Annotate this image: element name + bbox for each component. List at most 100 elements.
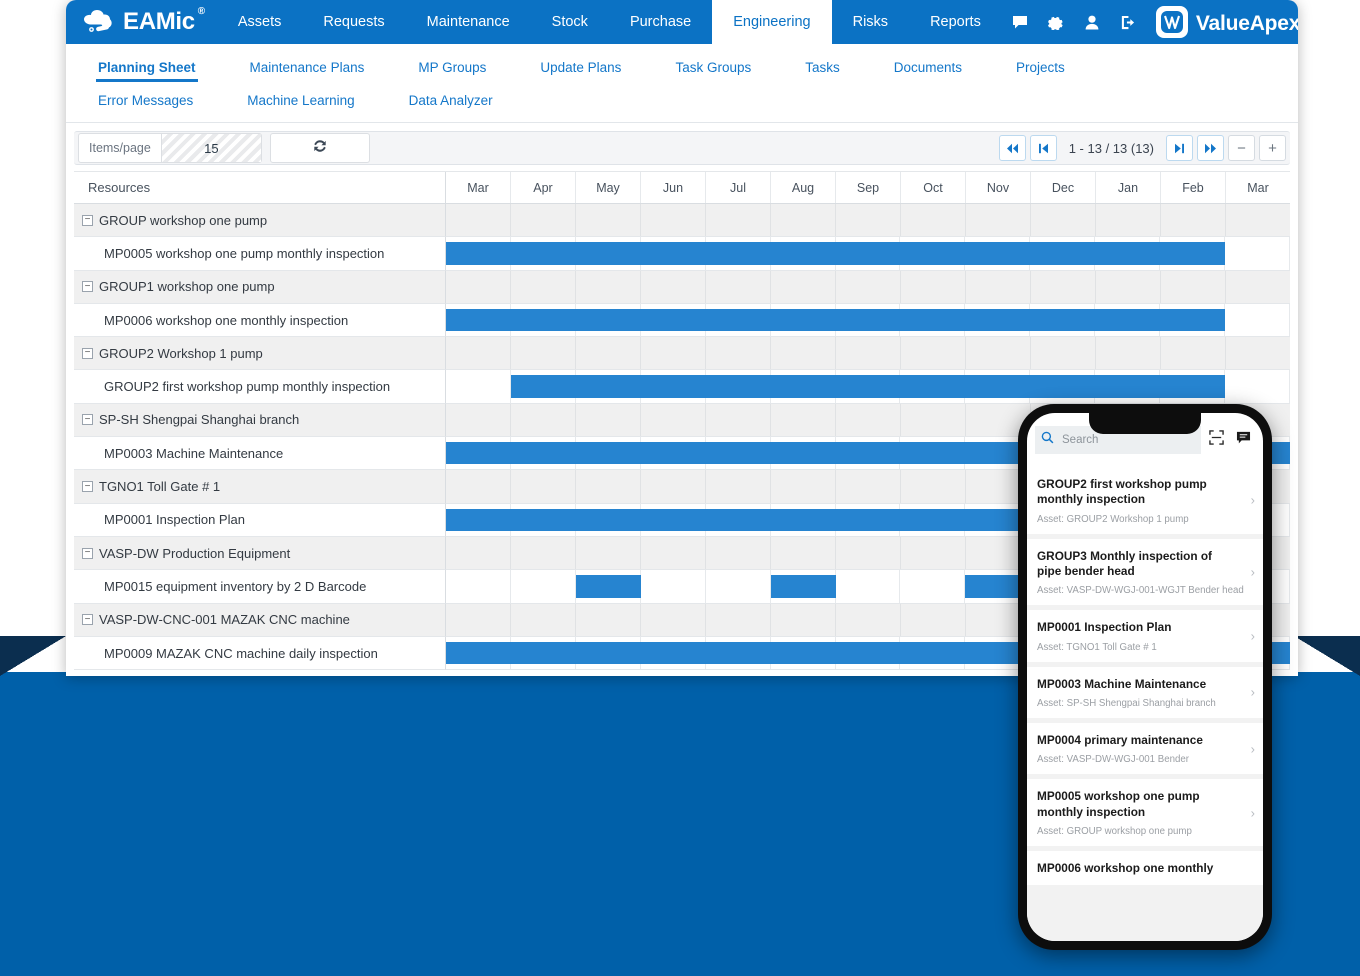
gantt-cell [641,470,706,502]
tab-documents[interactable]: Documents [894,52,962,80]
user-icon[interactable] [1074,15,1110,30]
nav-item-maintenance[interactable]: Maintenance [406,0,531,44]
phone-list-item[interactable]: MP0004 primary maintenance Asset: VASP-DW… [1027,723,1263,774]
phone-item-subtitle: Asset: TGNO1 Toll Gate # 1 [1037,642,1253,653]
first-page-button[interactable] [999,135,1026,161]
gantt-row-resource: −GROUP2 Workshop 1 pump [74,337,446,370]
gantt-cell [901,470,966,502]
refresh-button[interactable] [270,133,370,163]
collapse-minus-icon[interactable]: − [82,215,93,226]
gantt-row-resource: MP0006 workshop one monthly inspection [74,304,446,337]
collapse-minus-icon[interactable]: − [82,348,93,359]
gantt-row-cells [446,304,1290,337]
column-header-month: Dec [1031,172,1096,203]
phone-notch [1089,413,1201,434]
search-icon [1041,431,1054,449]
gantt-cell [511,570,576,602]
prev-page-button[interactable] [1030,135,1057,161]
tab-task-groups[interactable]: Task Groups [675,52,751,80]
gantt-cell [511,604,576,636]
nav-item-assets[interactable]: Assets [217,0,303,44]
last-page-button[interactable] [1197,135,1224,161]
gantt-cell [446,404,511,436]
gantt-task-row[interactable]: GROUP2 first workshop pump monthly inspe… [74,370,1290,403]
next-page-button[interactable] [1166,135,1193,161]
tab-update-plans[interactable]: Update Plans [540,52,621,80]
gantt-bar[interactable] [771,575,836,597]
column-header-month: Apr [511,172,576,203]
app-logo[interactable]: EAMic® [66,0,205,44]
logout-icon[interactable] [1110,15,1146,30]
collapse-minus-icon[interactable]: − [82,614,93,625]
gantt-bar[interactable] [446,242,1225,264]
collapse-minus-icon[interactable]: − [82,281,93,292]
nav-item-purchase[interactable]: Purchase [609,0,712,44]
message-icon[interactable] [1236,431,1251,450]
gear-icon[interactable] [1038,15,1074,30]
collapse-minus-icon[interactable]: − [82,548,93,559]
tab-planning-sheet[interactable]: Planning Sheet [98,52,196,80]
phone-item-subtitle: Asset: VASP-DW-WGJ-001 Bender [1037,754,1253,765]
gantt-cell [641,404,706,436]
gantt-group-row[interactable]: −GROUP1 workshop one pump [74,271,1290,304]
tab-maintenance-plans[interactable]: Maintenance Plans [250,52,365,80]
sub-navigation: Planning Sheet Maintenance Plans MP Grou… [66,44,1298,123]
main-menu: Assets Requests Maintenance Stock Purcha… [217,0,1002,44]
chat-icon[interactable] [1002,15,1038,30]
phone-list-item[interactable]: MP0006 workshop one monthly [1027,851,1263,885]
column-header-month: May [576,172,641,203]
collapse-minus-icon[interactable]: − [82,481,93,492]
chevron-right-icon: › [1251,741,1255,756]
phone-list-item[interactable]: MP0003 Machine MaintenanceAsset: SP-SH S… [1027,667,1263,718]
phone-item-title: GROUP2 first workshop pump monthly inspe… [1037,477,1253,508]
tab-projects[interactable]: Projects [1016,52,1065,80]
phone-list-item[interactable]: MP0005 workshop one pump monthly inspect… [1027,779,1263,846]
gantt-row-resource: MP0005 workshop one pump monthly inspect… [74,237,446,270]
tab-tasks[interactable]: Tasks [805,52,840,80]
nav-item-reports[interactable]: Reports [909,0,1002,44]
zoom-in-button[interactable]: + [1259,135,1286,161]
gantt-row-label: GROUP1 workshop one pump [99,279,275,294]
phone-search-actions [1209,430,1255,450]
tab-mp-groups[interactable]: MP Groups [418,52,486,80]
nav-item-engineering[interactable]: Engineering [712,0,831,44]
scan-icon[interactable] [1209,430,1224,450]
items-per-page-input[interactable]: 15 [161,134,261,162]
gantt-row-resource: MP0001 Inspection Plan [74,504,446,537]
gantt-cell [511,470,576,502]
gantt-cell [1226,271,1290,303]
phone-list-item[interactable]: GROUP3 Monthly inspection of pipe bender… [1027,539,1263,606]
gantt-task-row[interactable]: MP0005 workshop one pump monthly inspect… [74,237,1290,270]
gantt-row-label: TGNO1 Toll Gate # 1 [99,479,220,494]
gantt-task-row[interactable]: MP0006 workshop one monthly inspection [74,304,1290,337]
gantt-bar[interactable] [446,309,1225,331]
tab-data-analyzer[interactable]: Data Analyzer [409,85,493,113]
nav-item-risks[interactable]: Risks [832,0,909,44]
phone-list-item[interactable]: MP0001 Inspection PlanAsset: TGNO1 Toll … [1027,610,1263,661]
zoom-out-button[interactable]: − [1228,135,1255,161]
gantt-row-label: GROUP workshop one pump [99,213,267,228]
gantt-cell [576,271,641,303]
tab-machine-learning[interactable]: Machine Learning [247,85,354,113]
valueapex-name: ValueApex 领值 [1196,7,1298,37]
gantt-cell [1226,204,1290,236]
collapse-minus-icon[interactable]: − [82,414,93,425]
phone-plan-list[interactable]: GROUP2 first workshop pump monthly inspe… [1027,467,1263,941]
column-header-month: Feb [1161,172,1226,203]
gantt-group-row[interactable]: −GROUP workshop one pump [74,204,1290,237]
phone-item-title: MP0004 primary maintenance [1037,733,1253,748]
gantt-bar[interactable] [576,575,641,597]
gantt-group-row[interactable]: −GROUP2 Workshop 1 pump [74,337,1290,370]
gantt-bar[interactable] [511,375,1225,397]
gantt-row-resource: −GROUP1 workshop one pump [74,271,446,304]
gantt-row-label: MP0006 workshop one monthly inspection [104,313,348,328]
nav-item-stock[interactable]: Stock [531,0,609,44]
gantt-header-row: Resources Mar Apr May Jun Jul Aug Sep Oc… [74,172,1290,204]
valueapex-badge[interactable]: ValueApex 领值 [1146,6,1298,38]
nav-item-requests[interactable]: Requests [302,0,405,44]
gantt-cell [446,537,511,569]
gantt-cell [771,204,836,236]
phone-list-item[interactable]: GROUP2 first workshop pump monthly inspe… [1027,467,1263,534]
gantt-cell [836,537,901,569]
tab-error-messages[interactable]: Error Messages [98,85,193,113]
